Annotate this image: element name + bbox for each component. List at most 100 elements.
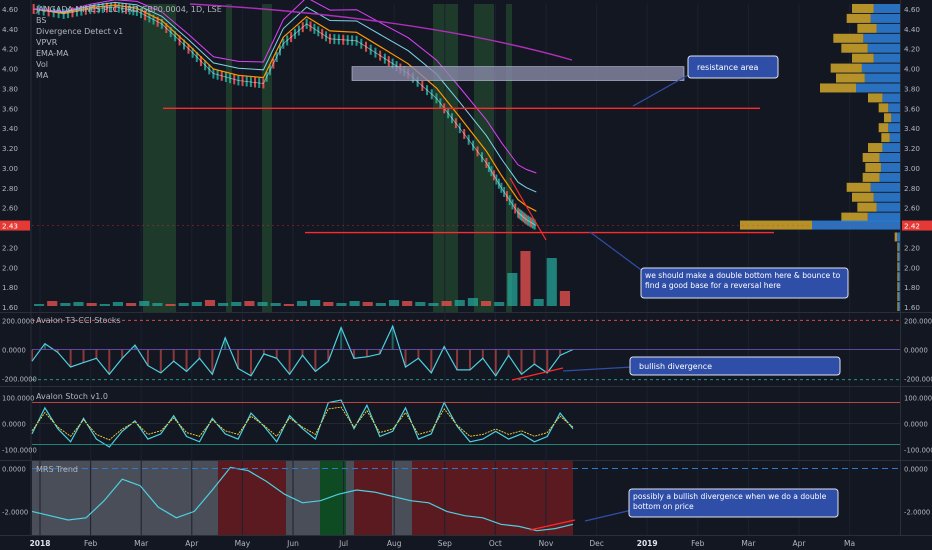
vpvr-bar-up: [891, 113, 900, 123]
mrs-right-tick: -2.0000: [904, 508, 930, 516]
volume-bar: [415, 302, 426, 306]
chart-canvas: 4.60 4.40 4.20 4.00 3.80 3.60 3.40 3.20 3.00 2.80…: [0, 0, 932, 550]
cci-right-tick: 0.0000: [904, 347, 928, 355]
vpvr-bar-down: [881, 133, 890, 143]
right-price-tick: 3.20: [904, 144, 920, 153]
volume-bar: [86, 303, 97, 306]
mrs-callout-body: possibly a bullish divergence when we do…: [633, 492, 826, 511]
cci-histogram-bar: [430, 349, 433, 373]
volume-bar: [152, 303, 163, 306]
vpvr-bar-down: [897, 302, 899, 312]
left-price-tick: 3.80: [2, 84, 18, 93]
volume-bar: [454, 300, 465, 306]
cci-histogram-bar: [417, 349, 420, 359]
volume-bar: [520, 251, 531, 306]
volume-bar: [112, 302, 124, 306]
vpvr-bar-down: [897, 252, 899, 262]
volume-bar: [402, 301, 413, 306]
vpvr-bar-down: [836, 73, 865, 83]
right-price-tick: 3.40: [904, 124, 920, 133]
volume-bar: [494, 302, 505, 306]
time-tick: Jul: [338, 539, 348, 548]
right-price-tick: 2.60: [904, 204, 920, 213]
volume-bar: [165, 304, 176, 306]
left-price-tick: 2.20: [2, 243, 18, 252]
vpvr-bar-down: [852, 53, 874, 63]
vpvr-bar-up: [867, 212, 900, 222]
vpvr-bar-down: [857, 202, 877, 212]
vpvr-bar-up: [898, 302, 900, 312]
left-price-tick: 4.00: [2, 65, 18, 74]
volume-bar: [480, 301, 492, 306]
volume-bar: [204, 300, 216, 306]
right-price-badge-text: 2.42: [904, 222, 920, 231]
green-zone: [506, 4, 512, 312]
vpvr-bar-up: [873, 192, 900, 202]
cci-left-tick: 200.0000: [2, 317, 34, 325]
time-tick: Ma: [844, 539, 855, 548]
vpvr-bar-down: [862, 153, 880, 162]
stoch-title: Avalon Stoch v1.0: [36, 392, 108, 401]
vpvr-bar-up: [898, 242, 900, 252]
volume-bar: [99, 304, 110, 306]
stoch-left-tick: 0.0000: [2, 421, 26, 429]
vpvr-bar-down: [868, 93, 883, 103]
mrs-green-zone: [320, 461, 346, 535]
vpvr-bar-up: [898, 262, 900, 272]
vpvr-bar-up: [889, 133, 900, 143]
left-price-tick: 2.80: [2, 184, 18, 193]
left-price-tick: 4.60: [2, 5, 18, 14]
vpvr-bar-down: [841, 43, 868, 53]
right-price-tick: 2.80: [904, 184, 920, 193]
vpvr-bar-up: [870, 13, 900, 23]
right-price-tick: 3.60: [904, 104, 920, 113]
cci-histogram-bar: [146, 349, 149, 366]
cci-histogram-bar: [95, 349, 98, 359]
bullish-callout-text: bullish divergence: [639, 362, 712, 371]
vpvr-bar-down: [897, 282, 899, 292]
cci-histogram-bar: [546, 349, 549, 373]
right-price-tick: 1.80: [904, 283, 920, 292]
cci-histogram-bar: [198, 349, 201, 359]
volume-bar: [310, 300, 321, 306]
volume-bar: [47, 301, 58, 306]
vpvr-bar-down: [820, 83, 856, 93]
time-tick: Apr: [793, 539, 807, 548]
vpvr-bar-down: [897, 292, 899, 302]
vpvr-bar-up: [861, 63, 900, 73]
volume-bar: [283, 304, 294, 306]
cci-histogram-bar: [82, 349, 85, 363]
right-price-tick: 4.20: [904, 45, 920, 54]
vpvr-bar-up: [876, 23, 900, 33]
volume-bar: [34, 304, 45, 306]
left-price-badge-text: 2.43: [2, 222, 18, 231]
volume-bar: [257, 302, 268, 306]
time-tick: Feb: [691, 539, 705, 548]
cci-histogram-bar: [533, 349, 536, 365]
cci-histogram-bar: [468, 349, 471, 370]
double-bottom-callout-text: we should make a double bottom here & bo…: [645, 271, 841, 290]
vpvr-bar-down: [740, 220, 812, 230]
volume-bar: [507, 273, 518, 306]
mrs-red-zone: [412, 461, 573, 535]
vpvr-bar-up: [879, 172, 900, 182]
cci-histogram-bar: [108, 349, 111, 375]
right-price-tick: 3.80: [904, 84, 920, 93]
vpvr-bar-down: [884, 113, 892, 123]
vpvr-bar-up: [880, 162, 900, 172]
vpvr-bar-up: [876, 202, 900, 212]
time-tick: Sep: [438, 539, 452, 548]
right-price-tick: 2.00: [904, 263, 920, 272]
vpvr-bar-down: [868, 143, 883, 153]
time-tick: Jun: [286, 539, 299, 548]
green-zone: [226, 4, 232, 312]
vpvr-bar-up: [882, 93, 900, 103]
mrs-title: MRS Trend: [36, 465, 78, 474]
vpvr-bar-up: [812, 220, 900, 230]
left-price-tick: 3.60: [2, 104, 18, 113]
vpvr-bar-up: [867, 43, 900, 53]
vpvr-bar-up: [873, 3, 900, 13]
volume-bar: [362, 302, 373, 306]
time-tick: 2018: [30, 539, 51, 548]
right-price-tick: 4.40: [904, 25, 920, 34]
